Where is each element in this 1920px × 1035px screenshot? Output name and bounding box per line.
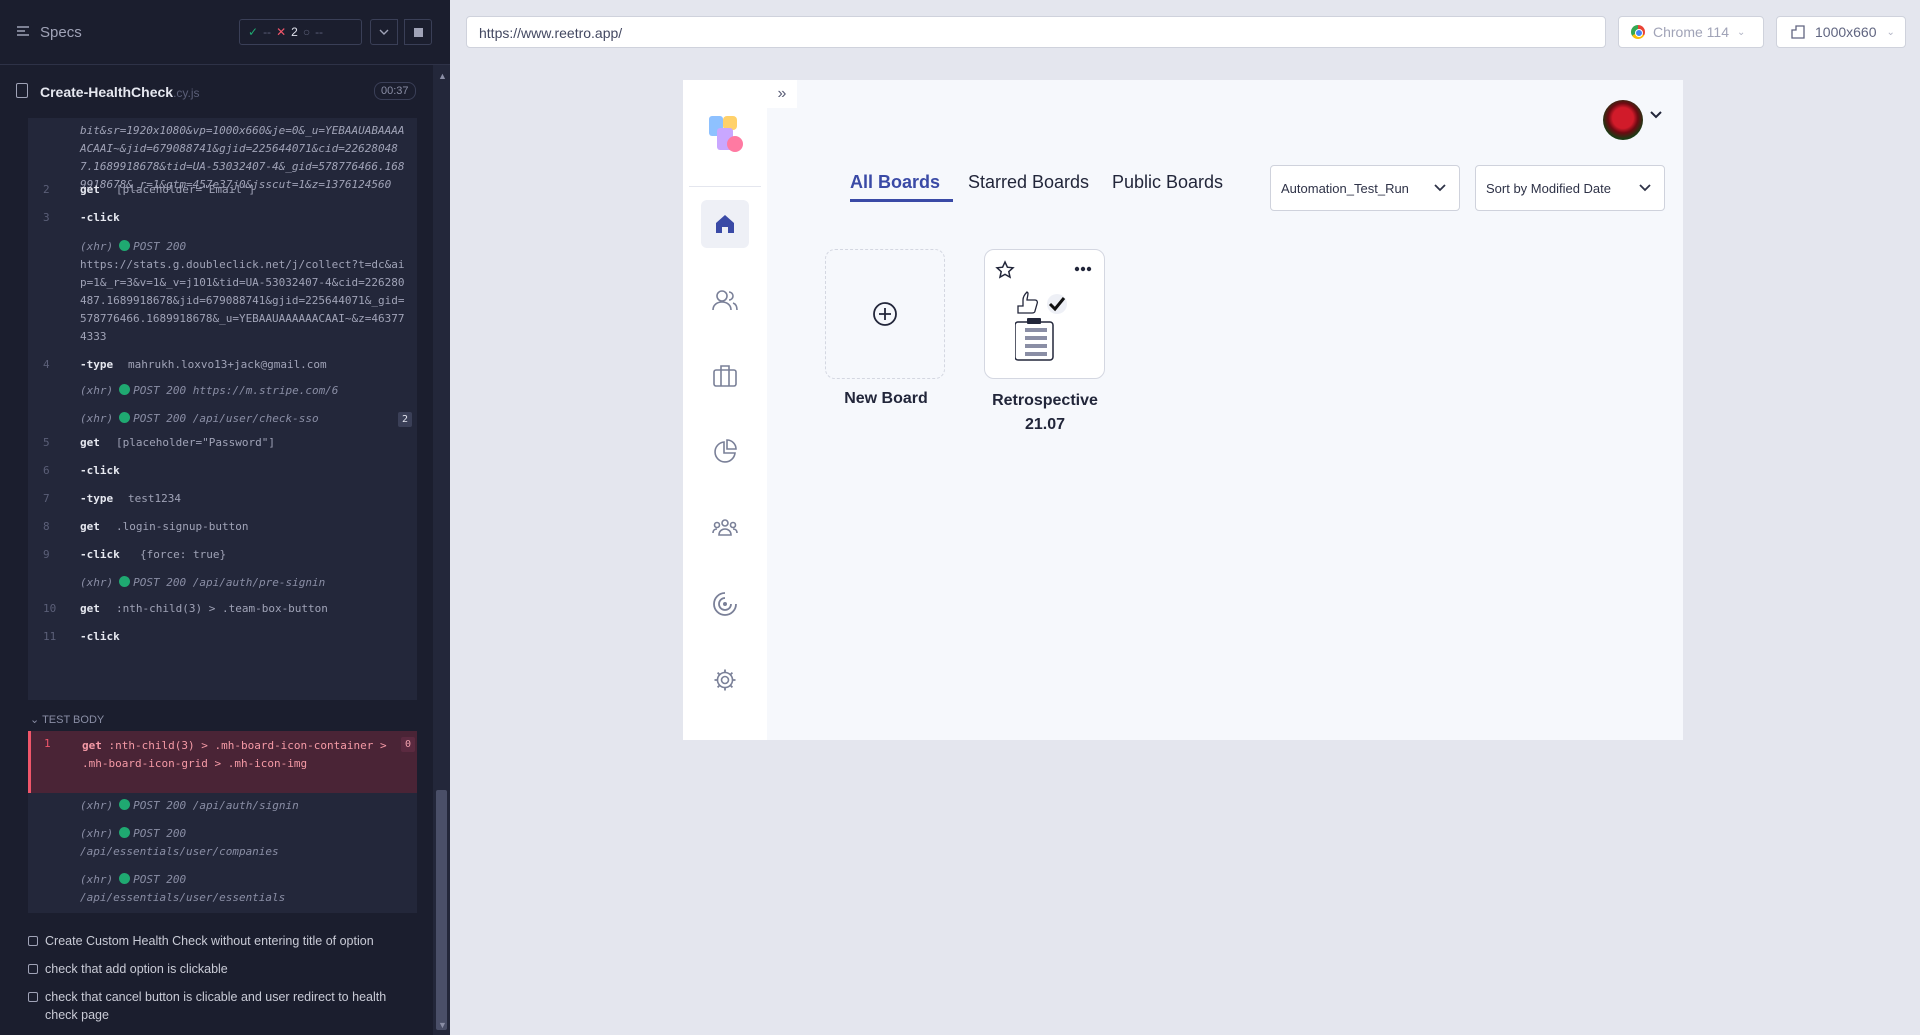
tab-all-boards[interactable]: All Boards [850, 172, 953, 202]
pass-check-icon: ✓ [248, 25, 259, 39]
browser-name: Chrome 114 [1653, 24, 1730, 40]
chevron-down-icon [1639, 184, 1651, 192]
request-count-badge: 2 [398, 412, 412, 427]
file-icon [16, 83, 28, 98]
specs-label[interactable]: Specs [40, 24, 82, 41]
team-icon [712, 519, 738, 536]
status-dot-icon [119, 240, 131, 251]
pie-chart-icon [714, 439, 737, 463]
collapse-all-button[interactable] [370, 19, 398, 45]
xhr-row[interactable]: (xhr) POST 200/api/essentials/user/compan… [80, 825, 410, 861]
tab-public-boards[interactable]: Public Boards [1112, 172, 1223, 193]
xhr-row[interactable]: (xhr) POST 200 https://m.stripe.com/6 [80, 382, 410, 400]
test-item[interactable]: Create Custom Health Check without enter… [28, 932, 408, 950]
test-status-icon [28, 936, 38, 946]
nav-teams[interactable] [701, 504, 749, 552]
board-card-retrospective[interactable] [984, 249, 1105, 379]
xhr-url: https://stats.g.doubleclick.net/j/collec… [80, 258, 405, 343]
stop-button[interactable] [404, 19, 432, 45]
status-dot-icon [119, 576, 131, 587]
more-options-icon[interactable] [1073, 265, 1093, 273]
health-check-board-icon [1015, 291, 1067, 361]
star-icon[interactable] [995, 260, 1015, 280]
home-icon [716, 215, 734, 233]
status-dot-icon [119, 799, 131, 810]
xhr-row[interactable]: (xhr) POST 200 /api/auth/signin [80, 797, 410, 815]
nav-users[interactable] [701, 276, 749, 324]
passed-count: -- [263, 25, 272, 39]
nav-health-check[interactable] [701, 580, 749, 628]
status-dot-icon [119, 827, 131, 838]
team-select-value: Automation_Test_Run [1281, 180, 1409, 196]
chevron-down-icon: ⌄ [1886, 26, 1895, 38]
spec-duration: 00:37 [374, 82, 416, 100]
xhr-row[interactable]: (xhr) POST 200/api/essentials/user/essent… [80, 871, 410, 907]
spec-name: Create-HealthCheck.cy.js [40, 84, 200, 100]
viewport-size: 1000x660 [1815, 24, 1877, 40]
chevron-down-icon[interactable] [1649, 110, 1663, 120]
avatar[interactable] [1603, 100, 1643, 140]
nav-settings[interactable] [701, 656, 749, 704]
gear-icon [714, 669, 736, 691]
target-icon [713, 592, 737, 616]
viewport-selector[interactable]: 1000x660 ⌄ [1776, 16, 1906, 48]
new-board-card[interactable] [825, 249, 945, 379]
stop-icon [413, 27, 423, 37]
failed-command-row[interactable]: 1 get :nth-child(3) > .mh-board-icon-con… [28, 731, 417, 793]
ruler-icon [1791, 25, 1805, 39]
sidebar-divider [689, 186, 761, 187]
briefcase-icon [713, 365, 737, 387]
pending-count: -- [315, 25, 324, 39]
sort-select-value: Sort by Modified Date [1486, 180, 1612, 196]
test-body-log: (xhr) POST 200 /api/auth/signin (xhr) POST… [28, 793, 417, 913]
xhr-row[interactable]: (xhr) POST 200 [80, 238, 410, 256]
command-log: bit&sr=1920x1080&vp=1000x660&je=0&_u=YEB… [28, 118, 417, 700]
cypress-runner-panel: Specs ✓ -- ✕ 2 ○ -- Create-HealthCheck.c… [0, 0, 450, 1035]
scrollbar-thumb[interactable] [436, 790, 447, 1030]
scroll-up-icon: ▲ [438, 71, 447, 81]
chrome-icon [1631, 25, 1645, 39]
nav-boards[interactable] [701, 352, 749, 400]
url-bar[interactable]: https://www.reetro.app/ [466, 16, 1606, 48]
reetro-logo[interactable] [707, 114, 745, 154]
new-board-label[interactable]: New Board [825, 390, 947, 408]
sort-select[interactable]: Sort by Modified Date [1475, 165, 1665, 211]
double-chevron-right-icon: » [777, 85, 787, 102]
test-stats: ✓ -- ✕ 2 ○ -- [239, 19, 362, 45]
nav-home[interactable] [701, 200, 749, 248]
test-status-icon [28, 964, 38, 974]
failed-count: 2 [291, 25, 298, 39]
add-circle-icon [873, 302, 897, 326]
xhr-row[interactable]: (xhr) POST 200 /api/auth/pre-signin [80, 574, 410, 592]
specs-list-icon[interactable] [16, 24, 30, 38]
test-item[interactable]: check that add option is clickable [28, 960, 408, 978]
scroll-down-icon: ▼ [438, 1020, 447, 1030]
test-item[interactable]: check that cancel button is clicable and… [28, 988, 408, 1024]
expand-sidebar-button[interactable]: » [767, 80, 797, 108]
element-count-badge: 0 [401, 737, 415, 752]
nav-reports[interactable] [701, 428, 749, 476]
app-sidebar [683, 80, 767, 740]
runner-scrollbar[interactable]: ▲ ▼ [433, 65, 450, 1035]
app-viewport: » All Boards Starred Boards Public Board… [683, 80, 1683, 740]
xhr-row-expandable[interactable]: (xhr) POST 200 /api/user/check-sso 2 [80, 410, 415, 428]
chevron-down-icon [379, 29, 389, 35]
fail-x-icon: ✕ [276, 25, 287, 39]
tab-starred-boards[interactable]: Starred Boards [968, 172, 1089, 193]
test-status-icon [28, 992, 38, 1002]
browser-selector[interactable]: Chrome 114 ⌄ [1618, 16, 1764, 48]
team-select[interactable]: Automation_Test_Run [1270, 165, 1460, 211]
chevron-down-icon [1434, 184, 1446, 192]
pending-spinner-icon: ○ [302, 25, 311, 39]
status-dot-icon [119, 873, 131, 884]
status-dot-icon [119, 384, 131, 395]
spec-header: Create-HealthCheck.cy.js 00:37 [0, 76, 420, 106]
status-dot-icon [119, 412, 131, 423]
board-card-title[interactable]: Retrospective 21.07 [975, 389, 1115, 437]
chevron-down-icon: ⌄ [1737, 26, 1746, 38]
test-body-header[interactable]: ⌄ TEST BODY [30, 713, 104, 726]
users-icon [712, 290, 738, 311]
specs-toolbar: Specs ✓ -- ✕ 2 ○ -- [0, 0, 450, 65]
